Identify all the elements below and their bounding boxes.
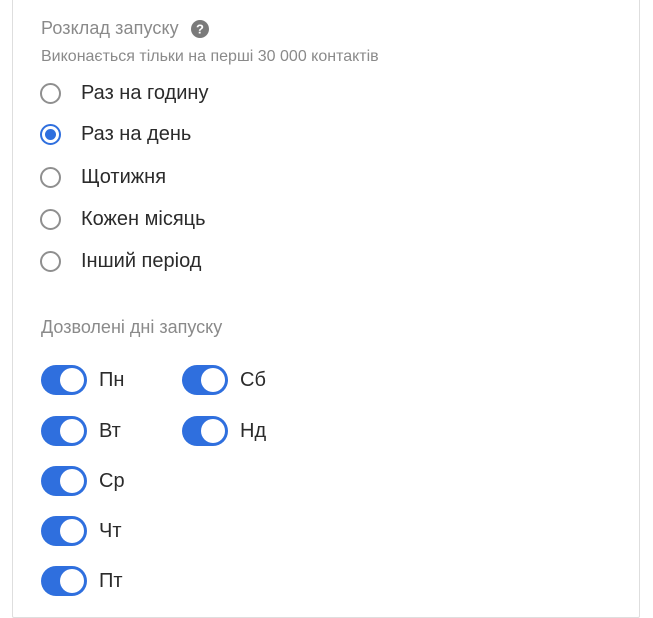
radio-label: Кожен місяць xyxy=(81,207,206,230)
radio-option-hourly[interactable]: Раз на годину xyxy=(40,80,208,106)
radio-label: Раз на годину xyxy=(81,81,209,104)
toggle-label: Вт xyxy=(99,419,121,442)
schedule-subtitle: Виконається тільки на перші 30 000 конта… xyxy=(41,48,379,65)
toggle-label: Ср xyxy=(99,469,125,492)
days-title: Дозволені дні запуску xyxy=(41,317,223,337)
radio-option-weekly[interactable]: Щотижня xyxy=(40,164,166,190)
toggle-label: Пт xyxy=(99,569,123,592)
toggle-switch[interactable] xyxy=(41,566,87,596)
schedule-title: Розклад запуску ? xyxy=(41,18,209,39)
toggle-label: Нд xyxy=(240,419,267,442)
day-toggle-tue[interactable]: Вт xyxy=(41,416,121,446)
toggle-switch[interactable] xyxy=(41,416,87,446)
radio-button-checked[interactable] xyxy=(40,123,61,145)
toggle-switch[interactable] xyxy=(182,365,228,395)
question-circle-icon[interactable]: ? xyxy=(190,19,209,38)
day-toggle-thu[interactable]: Чт xyxy=(41,516,122,546)
day-toggle-sun[interactable]: Нд xyxy=(182,416,266,446)
day-toggle-mon[interactable]: Пн xyxy=(41,365,124,395)
radio-option-custom[interactable]: Інший період xyxy=(40,248,201,274)
radio-option-monthly[interactable]: Кожен місяць xyxy=(40,206,206,232)
toggle-switch[interactable] xyxy=(41,365,87,395)
toggle-switch[interactable] xyxy=(41,516,87,546)
radio-button[interactable] xyxy=(40,166,61,188)
toggle-switch[interactable] xyxy=(182,416,228,446)
radio-label: Раз на день xyxy=(81,122,192,145)
radio-option-daily[interactable]: Раз на день xyxy=(40,121,191,147)
toggle-label: Сб xyxy=(240,368,266,391)
toggle-switch[interactable] xyxy=(41,466,87,496)
toggle-label: Чт xyxy=(99,519,122,542)
svg-text:?: ? xyxy=(196,21,204,36)
day-toggle-fri[interactable]: Пт xyxy=(41,566,123,596)
day-toggle-sat[interactable]: Сб xyxy=(182,365,266,395)
day-toggle-wed[interactable]: Ср xyxy=(41,466,125,496)
radio-button[interactable] xyxy=(40,208,61,230)
radio-label: Інший період xyxy=(81,249,202,272)
toggle-label: Пн xyxy=(99,368,125,391)
radio-button[interactable] xyxy=(40,250,61,272)
schedule-title-text: Розклад запуску xyxy=(41,18,179,38)
radio-button[interactable] xyxy=(40,82,61,104)
radio-label: Щотижня xyxy=(81,165,167,188)
